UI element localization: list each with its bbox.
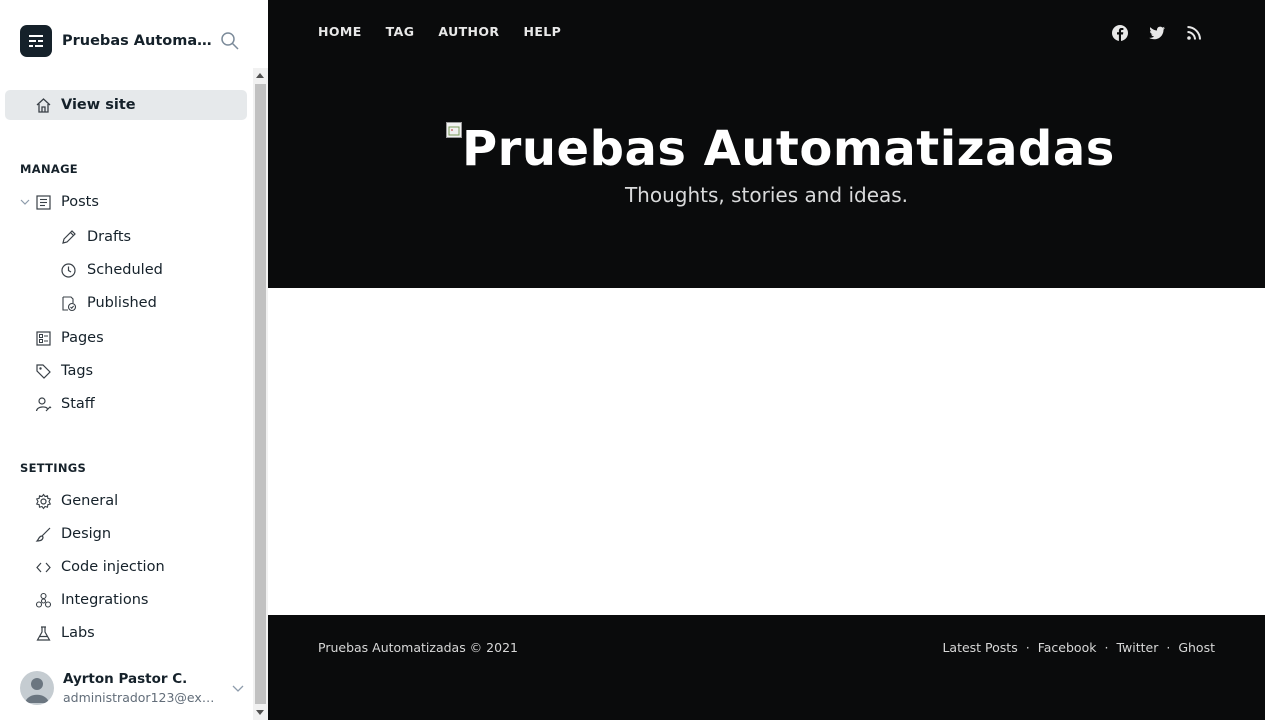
broken-image-icon [446,122,462,138]
drafts-label: Drafts [87,229,132,245]
nav-help-link[interactable]: HELP [523,24,561,39]
flask-icon [36,626,51,641]
footer-copyright: Pruebas Automatizadas © 2021 [318,640,518,655]
view-site-link[interactable]: View site [5,90,247,120]
pages-icon [36,331,51,346]
design-label: Design [61,526,112,542]
site-title-link[interactable]: Pruebas Automatizadas [446,118,1115,180]
brush-icon [35,527,51,542]
site-header: HOME TAG AUTHOR HELP Pruebas Automatizad… [268,0,1265,288]
general-label: General [61,493,119,509]
rss-icon[interactable] [1185,24,1203,42]
nav-home-link[interactable]: HOME [318,24,362,39]
sidebar: Pruebas Automatizadas View site MANAGE [0,0,253,720]
published-label: Published [87,295,157,311]
nav-tag-link[interactable]: TAG [386,24,415,39]
facebook-icon[interactable] [1111,24,1129,42]
footer-separator: · [1104,640,1109,655]
search-icon[interactable] [220,31,240,51]
view-site-label: View site [61,97,136,113]
sidebar-item-general[interactable]: General [5,486,247,516]
posts-label: Posts [61,194,99,210]
staff-icon [35,397,52,412]
site-nav: HOME TAG AUTHOR HELP [318,24,585,39]
footer-separator: · [1025,640,1030,655]
sidebar-item-design[interactable]: Design [5,519,247,549]
posts-icon [36,195,51,210]
site-title: Pruebas Automatizadas [462,121,1115,177]
integrations-icon [35,592,52,608]
sidebar-item-posts[interactable]: Posts [5,187,247,217]
footer-facebook-link[interactable]: Facebook [1038,640,1097,655]
footer-latest-posts-link[interactable]: Latest Posts [942,640,1017,655]
gear-icon [35,493,52,510]
avatar [20,671,54,705]
footer-twitter-link[interactable]: Twitter [1116,640,1158,655]
settings-section-title: SETTINGS [20,461,87,475]
user-menu[interactable]: Ayrton Pastor C. administrador123@exampl… [20,668,245,708]
footer-links: Latest Posts · Facebook · Twitter · Ghos… [942,640,1215,655]
sidebar-item-scheduled[interactable]: Scheduled [60,257,163,283]
chevron-down-icon[interactable] [231,681,245,695]
staff-label: Staff [61,396,95,412]
sidebar-item-staff[interactable]: Staff [5,389,247,419]
site-preview: HOME TAG AUTHOR HELP Pruebas Automatizad… [268,0,1265,720]
tags-label: Tags [61,363,94,379]
integrations-label: Integrations [61,592,149,608]
sidebar-item-labs[interactable]: Labs [5,618,247,648]
footer-separator: · [1166,640,1171,655]
sidebar-item-tags[interactable]: Tags [5,356,247,386]
labs-label: Labs [61,625,95,641]
clock-icon [61,262,76,278]
sidebar-scrollbar[interactable] [253,68,268,720]
code-icon [36,562,51,573]
nav-author-link[interactable]: AUTHOR [438,24,499,39]
user-email: administrador123@example.com [63,690,215,705]
sidebar-item-integrations[interactable]: Integrations [5,585,247,615]
pencil-icon [62,229,76,244]
sidebar-item-published[interactable]: Published [60,290,157,316]
site-footer: Pruebas Automatizadas © 2021 Latest Post… [268,615,1265,720]
scroll-up-arrow[interactable] [256,73,264,78]
tag-icon [36,364,51,379]
user-name: Ayrton Pastor C. [63,671,188,687]
twitter-icon[interactable] [1148,24,1166,42]
footer-ghost-link[interactable]: Ghost [1178,640,1215,655]
sidebar-item-drafts[interactable]: Drafts [60,224,131,250]
home-icon [36,98,51,113]
code-injection-label: Code injection [61,559,165,575]
published-icon [62,295,77,311]
ghost-admin: Pruebas Automatizadas View site MANAGE [0,0,1280,720]
pages-label: Pages [61,330,104,346]
sidebar-item-code-injection[interactable]: Code injection [5,552,247,582]
scheduled-label: Scheduled [87,262,163,278]
brand[interactable]: Pruebas Automatizadas [20,25,240,57]
social-links [1092,24,1203,42]
manage-section-title: MANAGE [20,162,78,176]
brand-logo-icon [20,25,52,57]
sidebar-item-pages[interactable]: Pages [5,323,247,353]
brand-title: Pruebas Automatizadas [62,33,212,49]
page-scrollbar-gutter [1265,0,1280,720]
site-description: Thoughts, stories and ideas. [624,183,909,207]
scroll-down-arrow[interactable] [256,710,264,715]
scroll-thumb[interactable] [255,84,266,704]
